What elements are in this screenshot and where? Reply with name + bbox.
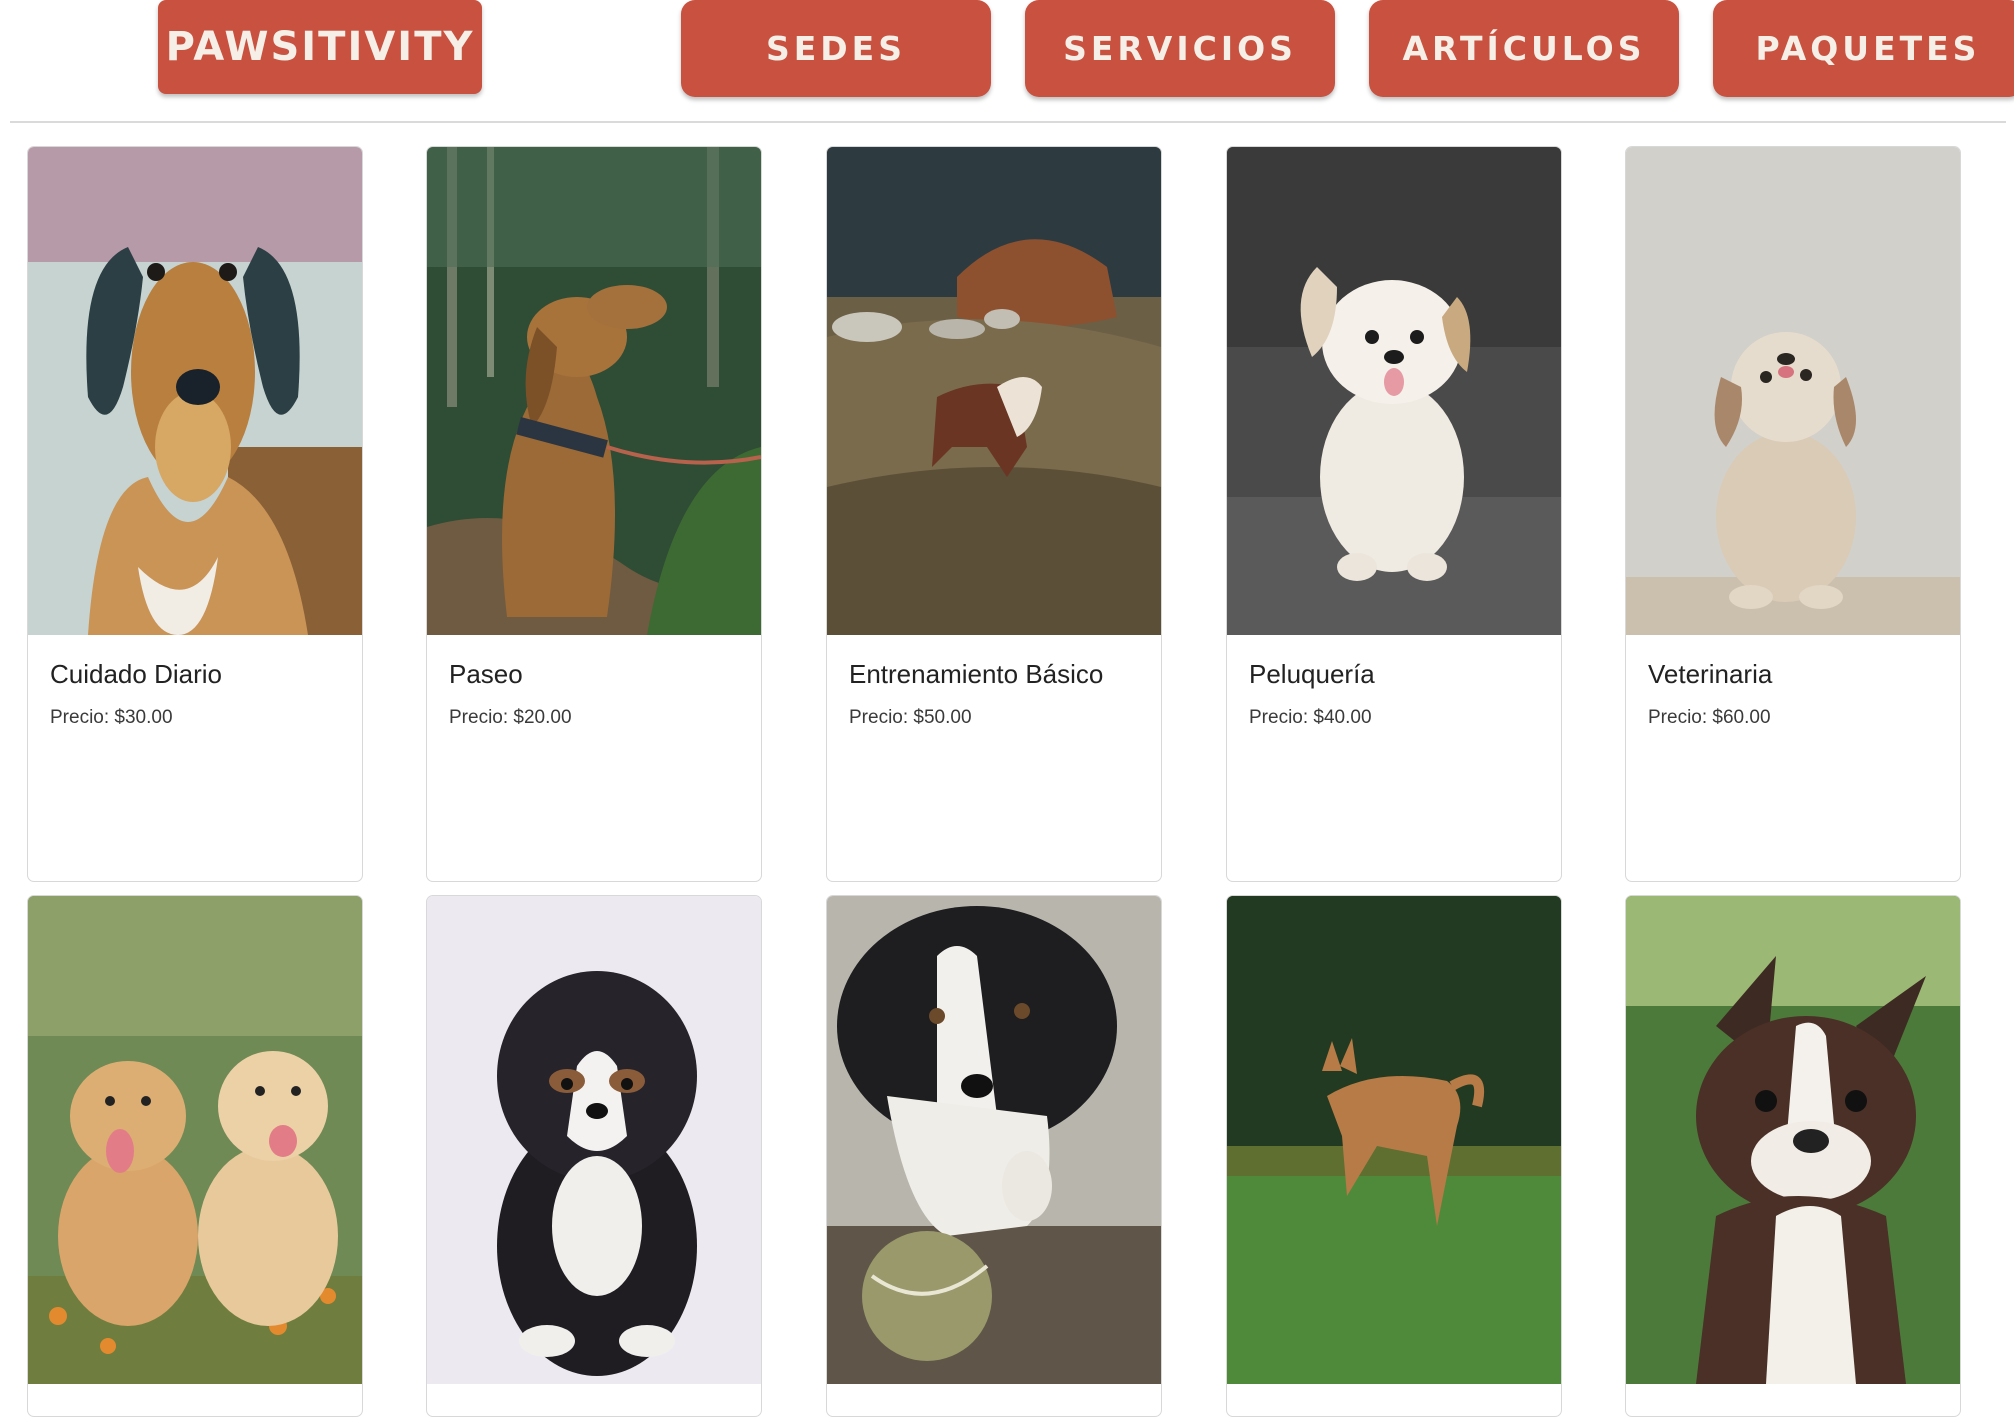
saluki-dog-photo: [28, 147, 362, 635]
nav-paquetes-button[interactable]: PAQUETES: [1713, 0, 2014, 97]
service-card-peluqueria[interactable]: Peluquería Precio: $40.00: [1226, 146, 1562, 882]
service-title: Peluquería: [1249, 659, 1375, 689]
service-card-cuidado-diario[interactable]: Cuidado Diario Precio: $30.00: [27, 146, 363, 882]
top-navigation: PAWSITIVITY SEDES SERVICIOS ARTÍCULOS PA…: [0, 0, 2014, 124]
service-title: Entrenamiento Básico: [849, 659, 1104, 689]
service-card-veterinaria[interactable]: Veterinaria Precio: $60.00: [1625, 146, 1961, 882]
nav-sedes-button[interactable]: SEDES: [681, 0, 991, 97]
white-shih-tzu-photo: [1227, 147, 1561, 635]
product-card[interactable]: [27, 895, 363, 1417]
brand-logo-button[interactable]: PAWSITIVITY: [158, 0, 482, 94]
bernedoodle-puppy-photo: [427, 896, 761, 1384]
service-card-paseo[interactable]: Paseo Precio: $20.00: [426, 146, 762, 882]
product-card[interactable]: [1226, 895, 1562, 1417]
service-price: Precio: $40.00: [1249, 707, 1372, 728]
product-card[interactable]: [826, 895, 1162, 1417]
product-card[interactable]: [426, 895, 762, 1417]
product-card[interactable]: [1625, 895, 1961, 1417]
service-title: Cuidado Diario: [50, 659, 222, 689]
golden-puppies-photo: [28, 896, 362, 1384]
border-collie-ball-photo: [827, 896, 1161, 1384]
collie-on-hill-photo: [827, 147, 1161, 635]
service-price: Precio: $30.00: [50, 707, 173, 728]
spaniel-on-leash-photo: [427, 147, 761, 635]
nav-servicios-button[interactable]: SERVICIOS: [1025, 0, 1335, 97]
service-card-entrenamiento-basico[interactable]: Entrenamiento Básico Precio: $50.00: [826, 146, 1162, 882]
service-price: Precio: $60.00: [1648, 707, 1771, 728]
header-divider: [10, 121, 2006, 123]
boston-terrier-photo: [1626, 896, 1960, 1384]
service-title: Veterinaria: [1648, 659, 1773, 689]
service-price: Precio: $50.00: [849, 707, 972, 728]
jumping-dog-grass-photo: [1227, 896, 1561, 1384]
service-price: Precio: $20.00: [449, 707, 572, 728]
beige-shih-tzu-photo: [1626, 147, 1960, 635]
nav-articulos-button[interactable]: ARTÍCULOS: [1369, 0, 1679, 97]
service-title: Paseo: [449, 659, 523, 689]
